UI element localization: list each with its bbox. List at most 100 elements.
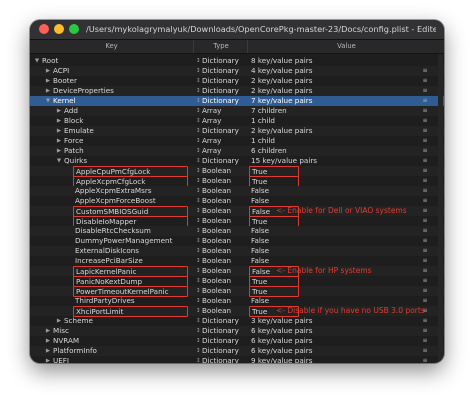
- row-menu-icon[interactable]: ≡: [422, 276, 428, 286]
- outline-row[interactable]: ThirdPartyDrives ↕ Boolean False ≡: [30, 296, 444, 306]
- disclosure-collapsed-icon[interactable]: ▶: [45, 86, 51, 96]
- row-menu-icon[interactable]: ≡: [422, 76, 428, 86]
- key-cell[interactable]: Patch: [64, 146, 194, 156]
- key-cell[interactable]: Scheme: [64, 316, 194, 326]
- disclosure-collapsed-icon[interactable]: ▶: [45, 326, 51, 336]
- row-menu-icon[interactable]: ≡: [422, 346, 428, 356]
- row-menu-icon[interactable]: ≡: [422, 316, 428, 326]
- key-cell[interactable]: PanicNoKextDump: [73, 276, 194, 287]
- row-menu-icon[interactable]: ≡: [422, 126, 428, 136]
- row-menu-icon[interactable]: ≡: [422, 146, 428, 156]
- row-menu-icon[interactable]: ≡: [422, 336, 428, 346]
- key-cell[interactable]: Add: [64, 106, 194, 116]
- row-menu-icon[interactable]: ≡: [422, 66, 428, 76]
- key-cell[interactable]: DisableIoMapper: [73, 216, 194, 227]
- zoom-window-button[interactable]: [69, 24, 79, 34]
- disclosure-expanded-icon[interactable]: ▼: [34, 56, 40, 66]
- row-menu-icon[interactable]: ≡: [422, 216, 428, 226]
- row-menu-icon[interactable]: ≡: [422, 186, 428, 196]
- disclosure-expanded-icon[interactable]: ▼: [56, 156, 62, 166]
- row-menu-icon[interactable]: ≡: [422, 256, 428, 266]
- row-menu-icon[interactable]: ≡: [422, 206, 428, 216]
- row-menu-icon[interactable]: ≡: [422, 326, 428, 336]
- row-menu-icon[interactable]: ≡: [422, 96, 428, 106]
- disclosure-collapsed-icon[interactable]: ▶: [45, 346, 51, 356]
- key-cell[interactable]: AppleXcpmExtraMsrs: [75, 186, 194, 196]
- key-cell[interactable]: AppleXcpmCfgLock: [73, 176, 194, 187]
- outline-row[interactable]: IncreasePciBarSize ↕ Boolean False ≡: [30, 256, 444, 266]
- value-column-header[interactable]: Value: [247, 40, 444, 53]
- row-menu-icon[interactable]: ≡: [422, 236, 428, 246]
- key-cell[interactable]: PlatformInfo: [53, 346, 194, 356]
- vertical-scrollbar[interactable]: [438, 54, 443, 363]
- key-cell[interactable]: LapicKernelPanic: [73, 266, 194, 277]
- outline-row[interactable]: ▼ Root ↕ Dictionary 8 key/value pairs: [30, 56, 444, 66]
- key-cell[interactable]: ExternalDiskIcons: [75, 246, 194, 256]
- outline-row[interactable]: PanicNoKextDump ↕ Boolean True ≡: [30, 276, 444, 287]
- outline-row[interactable]: ▶ Block ↕ Array 1 child ≡: [30, 116, 444, 126]
- disclosure-collapsed-icon[interactable]: ▶: [56, 316, 62, 326]
- outline-row[interactable]: AppleXcpmExtraMsrs ↕ Boolean False ≡: [30, 186, 444, 196]
- row-menu-icon[interactable]: ≡: [422, 356, 428, 363]
- row-menu-icon[interactable]: ≡: [422, 86, 428, 96]
- disclosure-expanded-icon[interactable]: ▼: [45, 96, 51, 106]
- key-column-header[interactable]: Key: [30, 40, 193, 53]
- row-menu-icon[interactable]: ≡: [422, 266, 428, 276]
- outline-row[interactable]: ▶ Force ↕ Array 1 child ≡: [30, 136, 444, 146]
- key-cell[interactable]: Misc: [53, 326, 194, 336]
- outline-row[interactable]: AppleCpuPmCfgLock ↕ Boolean True ≡: [30, 166, 444, 177]
- outline-row[interactable]: ▶ DeviceProperties ↕ Dictionary 2 key/value …: [30, 86, 444, 96]
- row-menu-icon[interactable]: ≡: [422, 286, 428, 296]
- outline-row[interactable]: DisableIoMapper ↕ Boolean True ≡: [30, 216, 444, 227]
- key-cell[interactable]: ACPI: [53, 66, 194, 76]
- row-menu-icon[interactable]: ≡: [422, 176, 428, 186]
- key-cell[interactable]: Quirks: [64, 156, 194, 166]
- row-menu-icon[interactable]: ≡: [422, 196, 428, 206]
- key-cell[interactable]: Root: [42, 56, 194, 66]
- row-menu-icon[interactable]: ≡: [422, 246, 428, 256]
- key-cell[interactable]: DisableRtcChecksum: [75, 226, 194, 236]
- outline-row[interactable]: ▼ Quirks ↕ Dictionary 15 key/value pairs ≡: [30, 156, 444, 166]
- disclosure-collapsed-icon[interactable]: ▶: [45, 356, 51, 363]
- row-menu-icon[interactable]: ≡: [422, 156, 428, 166]
- key-cell[interactable]: XhciPortLimit: [73, 306, 194, 317]
- key-cell[interactable]: PowerTimeoutKernelPanic: [73, 286, 194, 297]
- outline-row[interactable]: ▶ Add ↕ Array 7 children ≡: [30, 106, 444, 116]
- close-window-button[interactable]: [39, 24, 49, 34]
- outline-row[interactable]: AppleXcpmForceBoost ↕ Boolean False ≡: [30, 196, 444, 206]
- row-menu-icon[interactable]: ≡: [422, 106, 428, 116]
- outline-row[interactable]: ▶ Misc ↕ Dictionary 6 key/value pairs ≡: [30, 326, 444, 336]
- outline-row[interactable]: ▼ Kernel ↕ Dictionary 7 key/value pairs ≡: [30, 96, 444, 106]
- outline-row[interactable]: ▶ PlatformInfo ↕ Dictionary 6 key/value pair…: [30, 346, 444, 356]
- disclosure-collapsed-icon[interactable]: ▶: [56, 106, 62, 116]
- row-menu-icon[interactable]: ≡: [422, 226, 428, 236]
- key-cell[interactable]: Force: [64, 136, 194, 146]
- key-cell[interactable]: Booter: [53, 76, 194, 86]
- key-cell[interactable]: Emulate: [64, 126, 194, 136]
- key-cell[interactable]: AppleXcpmForceBoost: [75, 196, 194, 206]
- row-menu-icon[interactable]: ≡: [422, 296, 428, 306]
- key-cell[interactable]: AppleCpuPmCfgLock: [73, 166, 194, 177]
- outline-row[interactable]: LapicKernelPanic ↕ Boolean False ≡: [30, 266, 444, 277]
- row-menu-icon[interactable]: ≡: [422, 136, 428, 146]
- key-cell[interactable]: IncreasePciBarSize: [75, 256, 194, 266]
- outline-row[interactable]: ▶ Patch ↕ Array 6 children ≡: [30, 146, 444, 156]
- disclosure-collapsed-icon[interactable]: ▶: [45, 336, 51, 346]
- outline-row[interactable]: AppleXcpmCfgLock ↕ Boolean True ≡: [30, 176, 444, 187]
- outline-row[interactable]: ▶ UEFI ↕ Dictionary 9 key/value pairs ≡: [30, 356, 444, 363]
- key-cell[interactable]: DummyPowerManagement: [75, 236, 194, 246]
- key-cell[interactable]: NVRAM: [53, 336, 194, 346]
- outline-row[interactable]: ▶ NVRAM ↕ Dictionary 6 key/value pairs ≡: [30, 336, 444, 346]
- key-cell[interactable]: Kernel: [53, 96, 194, 106]
- key-cell[interactable]: ThirdPartyDrives: [75, 296, 194, 306]
- row-menu-icon[interactable]: ≡: [422, 116, 428, 126]
- disclosure-collapsed-icon[interactable]: ▶: [56, 146, 62, 156]
- row-menu-icon[interactable]: ≡: [422, 166, 428, 176]
- disclosure-collapsed-icon[interactable]: ▶: [45, 76, 51, 86]
- key-cell[interactable]: DeviceProperties: [53, 86, 194, 96]
- outline-row[interactable]: ▶ Booter ↕ Dictionary 2 key/value pairs ≡: [30, 76, 444, 86]
- outline-row[interactable]: DisableRtcChecksum ↕ Boolean False ≡: [30, 226, 444, 236]
- key-cell[interactable]: Block: [64, 116, 194, 126]
- outline-row[interactable]: PowerTimeoutKernelPanic ↕ Boolean True ≡: [30, 286, 444, 297]
- outline-row[interactable]: DummyPowerManagement ↕ Boolean False ≡: [30, 236, 444, 246]
